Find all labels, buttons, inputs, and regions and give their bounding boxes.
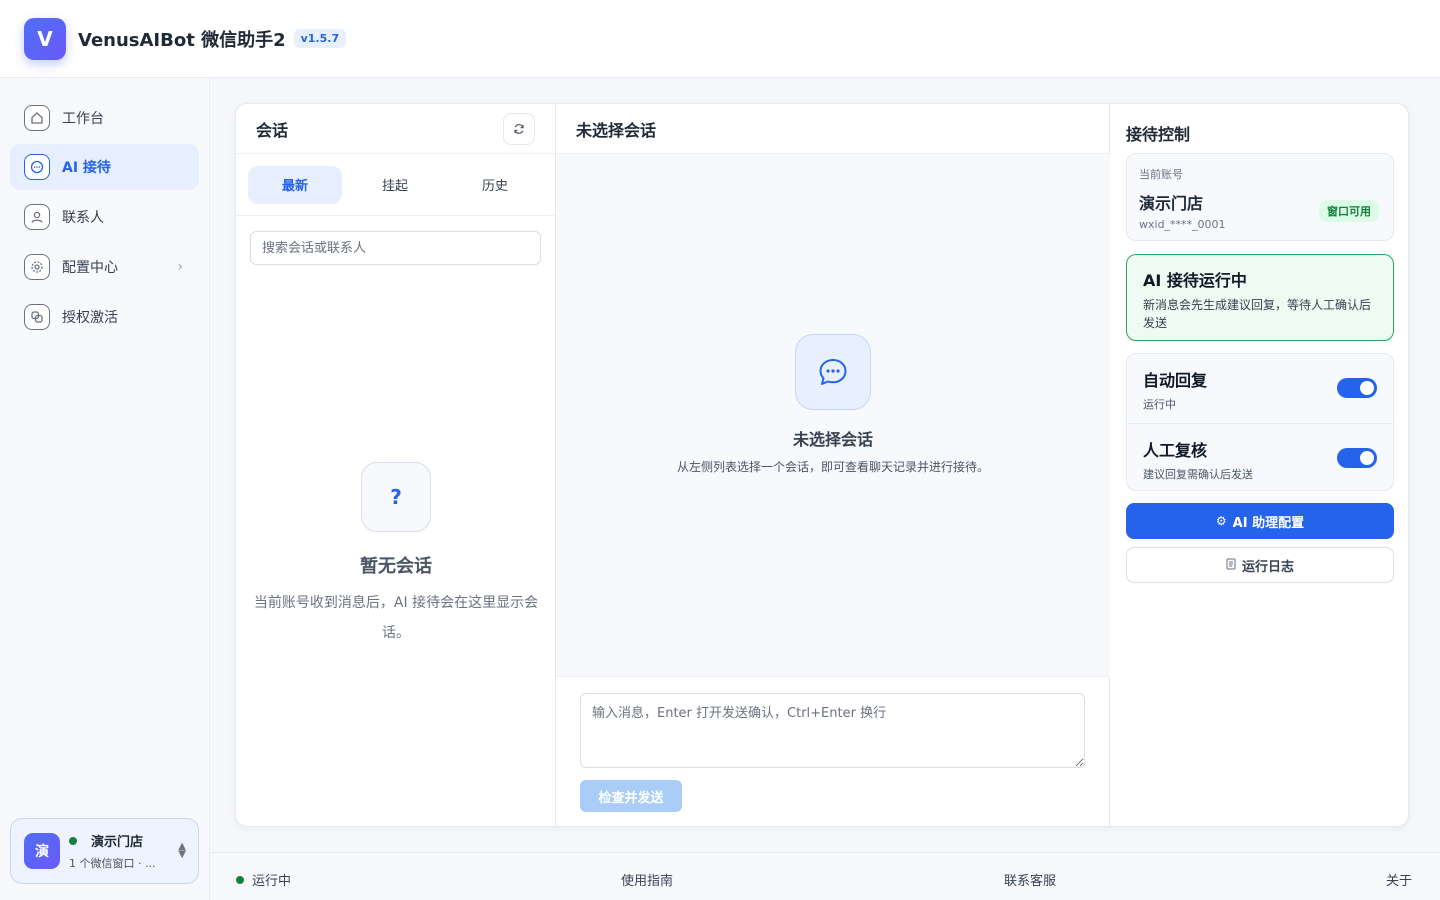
- refresh-button[interactable]: [503, 113, 535, 145]
- footer-status-text: 运行中: [252, 874, 292, 889]
- tab-latest[interactable]: 最新: [248, 165, 342, 204]
- chat-body: 未选择会话 从左侧列表选择一个会话，即可查看聊天记录并进行接待。: [556, 154, 1110, 677]
- document-icon: [1226, 558, 1236, 573]
- search-input[interactable]: [250, 231, 541, 265]
- footer-status: 运行中: [236, 870, 291, 889]
- chat-empty-title: 未选择会话: [792, 430, 873, 449]
- main-panel: 会话 最新 挂起 历史 ? 暂无会话 当前账号收到消息后，AI 接待会在这里显示…: [235, 103, 1409, 827]
- sidebar-item-label: 配置中心: [62, 260, 118, 276]
- user-icon: [24, 204, 50, 230]
- app-logo: V: [24, 17, 66, 60]
- auto-reply-subtitle: 运行中: [1143, 398, 1176, 411]
- sidebar-item-license[interactable]: 授权激活: [10, 294, 199, 340]
- sidebar-item-workbench[interactable]: 工作台: [10, 95, 199, 141]
- current-account-card: 当前账号 演示门店 wxid_****_0001 窗口可用: [1126, 153, 1394, 241]
- auto-reply-toggle[interactable]: [1337, 378, 1377, 398]
- sidebar-item-label: 工作台: [62, 111, 104, 127]
- check-and-send-button[interactable]: 检查并发送: [580, 780, 682, 812]
- gear-icon: [24, 254, 50, 280]
- message-input[interactable]: [580, 693, 1085, 768]
- app-header: V VenusAIBot 微信助手2 v1.5.7: [0, 0, 1440, 78]
- status-bar: 运行中 使用指南 联系客服 关于: [210, 852, 1440, 900]
- auto-reply-row: 自动回复 运行中: [1127, 354, 1393, 422]
- home-icon: [24, 105, 50, 131]
- version-badge: v1.5.7: [293, 29, 347, 48]
- manual-review-subtitle: 建议回复需确认后发送: [1143, 468, 1253, 481]
- refresh-icon: [514, 124, 524, 134]
- toggle-card: 自动回复 运行中 人工复核 建议回复需确认后发送: [1126, 353, 1394, 491]
- conversation-list-header: 会话: [236, 104, 555, 154]
- sidebar-item-config-center[interactable]: 配置中心 ›: [10, 244, 199, 290]
- sidebar-item-label: 授权激活: [62, 310, 118, 326]
- link-icon: [24, 304, 50, 330]
- tab-pending[interactable]: 挂起: [348, 166, 442, 204]
- app-title: VenusAIBot 微信助手2: [78, 29, 286, 51]
- online-status-dot: [69, 836, 77, 845]
- sidebar: 工作台 AI 接待 联系人 配置中心 › 授权激活 演 演示门店 1 个微信窗口…: [0, 78, 210, 900]
- chat-header: 未选择会话: [556, 104, 1109, 154]
- chat-bubble-icon: [795, 334, 871, 410]
- empty-conversations: ? 暂无会话 当前账号收到消息后，AI 接待会在这里显示会话。: [236, 462, 556, 648]
- chat-icon: [24, 154, 50, 180]
- account-switcher[interactable]: 演 演示门店 1 个微信窗口 · ... ▲ ▼: [10, 818, 199, 884]
- status-badge: 窗口可用: [1319, 200, 1379, 222]
- conversation-list-title: 会话: [256, 120, 289, 140]
- reception-control-panel: 接待控制 当前账号 演示门店 wxid_****_0001 窗口可用 AI 接待…: [1110, 104, 1408, 826]
- ai-assistant-config-label: AI 助理配置: [1232, 515, 1305, 531]
- gear-icon: ⚙: [1215, 514, 1227, 528]
- sidebar-item-label: 联系人: [62, 210, 104, 226]
- footer-about-link[interactable]: 关于: [1386, 870, 1412, 889]
- tab-history[interactable]: 历史: [448, 166, 542, 204]
- up-down-arrows-icon: ▲ ▼: [178, 841, 186, 860]
- empty-description: 当前账号收到消息后，AI 接待会在这里显示会话。: [253, 595, 539, 641]
- ai-running-card: AI 接待运行中 新消息会先生成建议回复，等待人工确认后发送: [1126, 254, 1394, 341]
- avatar: 演: [24, 833, 60, 869]
- chat-panel: 未选择会话 未选择会话 从左侧列表选择一个会话，即可查看聊天记录并进行接待。 检…: [556, 104, 1110, 826]
- control-title: 接待控制: [1126, 125, 1191, 144]
- empty-title: 暂无会话: [360, 556, 432, 577]
- footer-guide-link[interactable]: 使用指南: [621, 870, 673, 889]
- chat-empty-state: 未选择会话 从左侧列表选择一个会话，即可查看聊天记录并进行接待。: [556, 334, 1110, 478]
- ai-running-title: AI 接待运行中: [1143, 271, 1247, 290]
- conversation-list-panel: 会话 最新 挂起 历史 ? 暂无会话 当前账号收到消息后，AI 接待会在这里显示…: [236, 104, 556, 826]
- conversation-tabs: 最新 挂起 历史: [236, 154, 555, 216]
- sidebar-item-label: AI 接待: [62, 160, 111, 176]
- ai-assistant-config-button[interactable]: ⚙ AI 助理配置: [1126, 503, 1394, 539]
- manual-review-toggle[interactable]: [1337, 448, 1377, 468]
- sidebar-item-ai-reception[interactable]: AI 接待: [10, 144, 199, 190]
- ai-running-description: 新消息会先生成建议回复，等待人工确认后发送: [1143, 298, 1372, 330]
- status-dot: [236, 875, 244, 884]
- account-subtitle: 1 个微信窗口 · ...: [69, 857, 156, 870]
- chevron-right-icon: ›: [177, 259, 183, 275]
- sidebar-item-contacts[interactable]: 联系人: [10, 194, 199, 240]
- account-name: 演示门店: [91, 835, 144, 850]
- run-log-label: 运行日志: [1241, 559, 1294, 575]
- manual-review-row: 人工复核 建议回复需确认后发送: [1127, 423, 1393, 491]
- footer-support-link[interactable]: 联系客服: [1004, 870, 1056, 889]
- question-icon: ?: [361, 462, 431, 532]
- chat-empty-description: 从左侧列表选择一个会话，即可查看聊天记录并进行接待。: [676, 460, 989, 474]
- current-account-label: 当前账号: [1139, 168, 1183, 181]
- run-log-button[interactable]: 运行日志: [1126, 547, 1394, 583]
